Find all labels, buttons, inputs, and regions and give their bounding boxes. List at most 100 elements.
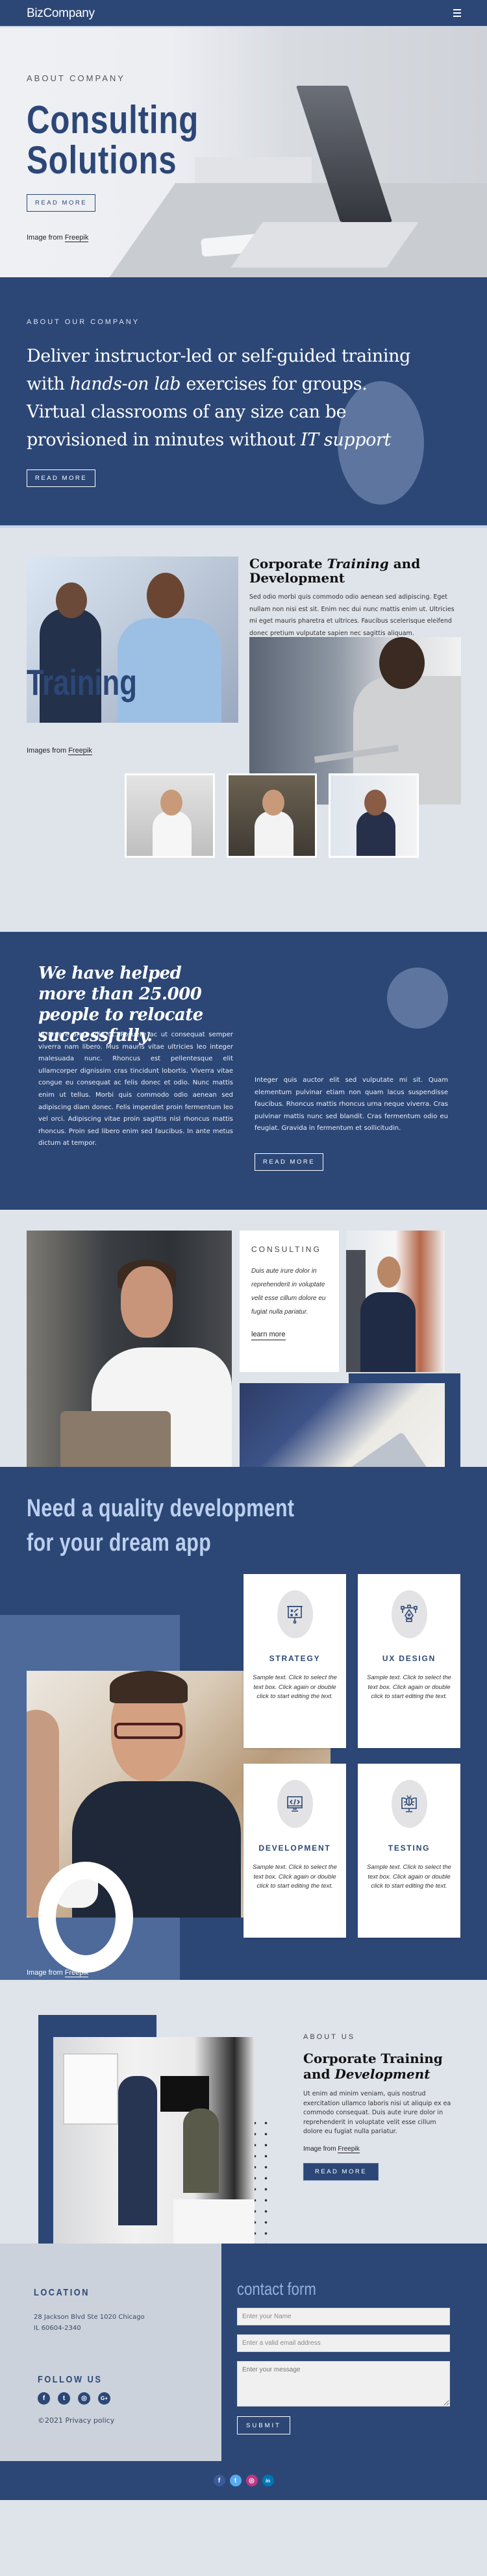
service-name: STRATEGY xyxy=(269,1654,321,1663)
footer-social-links: f t ◎ G+ xyxy=(38,2392,110,2405)
follow-us-heading: FOLLOW US xyxy=(38,2374,103,2385)
service-description: Sample text. Click to select the text bo… xyxy=(367,1864,451,1890)
freepik-link[interactable]: Freepik xyxy=(64,234,89,242)
credit-prefix: Image from xyxy=(27,1969,65,1977)
about-us-body: Ut enim ad minim veniam, quis nostrud ex… xyxy=(303,2090,451,2135)
about-us-eyebrow: ABOUT US xyxy=(303,2033,356,2041)
service-description: Sample text. Click to select the text bo… xyxy=(253,1674,337,1700)
hero-title-line2: Solutions xyxy=(27,138,177,182)
about-read-more-button[interactable]: READ MORE xyxy=(27,469,96,487)
training-image-credit: Images from Freepik xyxy=(27,747,92,755)
decorative-ring xyxy=(38,1862,133,1973)
consulting-gallery-section: Photos from Freepik CONSULTING Duis aute… xyxy=(0,1210,487,1521)
brand-logo[interactable]: BizCompany xyxy=(27,6,95,21)
about-us-section: ABOUT US Corporate Training and Developm… xyxy=(0,1980,487,2303)
credit-prefix: Images from xyxy=(27,747,69,755)
portrait-man-with-laptop xyxy=(227,773,317,858)
pen-tool-icon xyxy=(391,1590,427,1638)
hero-title-line1: Consulting xyxy=(27,98,199,142)
contact-form-panel: contact form SUBMIT xyxy=(221,2244,487,2461)
linkedin-icon[interactable]: in xyxy=(262,2475,274,2486)
facebook-icon[interactable]: f xyxy=(38,2392,50,2405)
learn-more-link[interactable]: learn more xyxy=(251,1331,286,1340)
service-card-strategy: STRATEGY Sample text. Click to select th… xyxy=(244,1574,346,1748)
about-text-italic: hands-on lab xyxy=(69,374,181,394)
bug-monitor-icon xyxy=(391,1780,427,1828)
freepik-link[interactable]: Freepik xyxy=(64,1969,89,1977)
submit-button[interactable]: SUBMIT xyxy=(237,2416,290,2434)
twitter-icon[interactable]: t xyxy=(58,2392,70,2405)
about-statement: Deliver instructor-led or self-guided tr… xyxy=(27,342,429,454)
service-card-development: DEVELOPMENT Sample text. Click to select… xyxy=(244,1764,346,1938)
portrait-woman-navy-top xyxy=(329,773,419,858)
hero-image-credit: Image from Freepik xyxy=(27,234,89,242)
consulting-text: Duis aute irure dolor in reprehenderit i… xyxy=(251,1268,326,1316)
title-line: for your dream app xyxy=(27,1529,212,1557)
instagram-icon[interactable]: ◎ xyxy=(245,2475,258,2486)
training-section: Corporate Training and Development Sed o… xyxy=(0,528,487,932)
service-name: TESTING xyxy=(388,1844,431,1853)
twitter-icon[interactable]: t xyxy=(229,2475,242,2486)
about-text-italic: IT support xyxy=(300,430,391,450)
training-title: Corporate Training and Development xyxy=(249,556,464,585)
copyright: ©2021 Privacy policy xyxy=(38,2416,114,2425)
title-part: Corporate xyxy=(249,556,327,571)
facebook-icon[interactable]: f xyxy=(213,2475,225,2486)
training-heading: Training xyxy=(27,662,137,703)
portrait-woman-white-shirt xyxy=(125,773,215,858)
code-monitor-icon xyxy=(277,1780,313,1828)
stats-paragraph-2: Integer quis auctor elit sed vulputate m… xyxy=(255,1077,448,1132)
contact-form-heading: contact form xyxy=(237,2279,316,2299)
email-input[interactable] xyxy=(237,2334,450,2352)
decorative-circle xyxy=(387,968,448,1029)
name-input[interactable] xyxy=(237,2308,450,2325)
stats-section: We have helped more than 25.000 people t… xyxy=(0,932,487,1210)
google-plus-icon[interactable]: G+ xyxy=(98,2392,110,2405)
services-title: Need a quality development for your drea… xyxy=(27,1492,390,1560)
about-us-read-more-button[interactable]: READ MORE xyxy=(303,2162,379,2181)
about-company-section: ABOUT OUR COMPANY Deliver instructor-led… xyxy=(0,277,487,528)
services-section: Need a quality development for your drea… xyxy=(0,1467,487,1995)
hero-eyebrow: ABOUT COMPANY xyxy=(27,73,125,83)
consulting-label: CONSULTING xyxy=(251,1245,321,1254)
service-card-ux-design: UX DESIGN Sample text. Click to select t… xyxy=(358,1574,460,1748)
credit-prefix: Image from xyxy=(27,234,65,242)
top-nav-bar: BizCompany xyxy=(0,0,487,27)
freepik-link[interactable]: Freepik xyxy=(68,747,92,755)
address-line: IL 60604-2340 xyxy=(34,2325,81,2332)
training-body: Sed odio morbi quis commodo odio aenean … xyxy=(249,594,455,637)
hero-read-more-button[interactable]: READ MORE xyxy=(27,194,96,212)
message-textarea[interactable] xyxy=(237,2361,450,2407)
hero-title: Consulting Solutions xyxy=(27,100,199,181)
hamburger-menu-icon[interactable] xyxy=(453,9,461,17)
strategy-board-icon xyxy=(277,1590,313,1638)
location-heading: LOCATION xyxy=(34,2287,90,2298)
stats-paragraph-1: Id ornare arcu odio ut. Posuere ac ut co… xyxy=(38,1031,233,1147)
title-bold: Training xyxy=(327,556,389,571)
about-us-title: Corporate Training and Development xyxy=(303,2051,453,2082)
consulting-card: CONSULTING Duis aute irure dolor in repr… xyxy=(240,1231,339,1372)
instagram-icon[interactable]: ◎ xyxy=(78,2392,90,2405)
credit-prefix: Image from xyxy=(303,2145,338,2153)
address: 28 Jackson Blvd Ste 1020 Chicago IL 6060… xyxy=(34,2312,145,2334)
about-eyebrow: ABOUT OUR COMPANY xyxy=(27,318,140,326)
about-us-image-credit: Image from Freepik xyxy=(303,2145,453,2153)
service-name: UX DESIGN xyxy=(382,1654,436,1663)
service-card-testing: TESTING Sample text. Click to select the… xyxy=(358,1764,460,1938)
footer-info-panel: LOCATION 28 Jackson Blvd Ste 1020 Chicag… xyxy=(0,2244,221,2461)
freepik-link[interactable]: Freepik xyxy=(338,2145,360,2153)
title-line: Need a quality development xyxy=(27,1495,295,1522)
presenter-at-whiteboard-image xyxy=(346,1231,445,1372)
service-description: Sample text. Click to select the text bo… xyxy=(367,1674,451,1700)
privacy-policy-link[interactable]: Privacy policy xyxy=(66,2416,115,2425)
team-meeting-whiteboard-image xyxy=(53,2037,255,2258)
footer: LOCATION 28 Jackson Blvd Ste 1020 Chicag… xyxy=(0,2244,487,2461)
address-line: 28 Jackson Blvd Ste 1020 Chicago xyxy=(34,2314,145,2321)
stats-read-more-button[interactable]: READ MORE xyxy=(255,1153,324,1171)
service-name: DEVELOPMENT xyxy=(258,1844,331,1853)
hero-image-laptop-base xyxy=(231,222,419,268)
hero-section: ABOUT COMPANY Consulting Solutions READ … xyxy=(0,27,487,277)
copyright-text: ©2021 xyxy=(38,2416,66,2425)
bottom-social-bar: f t ◎ in xyxy=(0,2461,487,2500)
title-bold: Development xyxy=(334,2066,431,2082)
